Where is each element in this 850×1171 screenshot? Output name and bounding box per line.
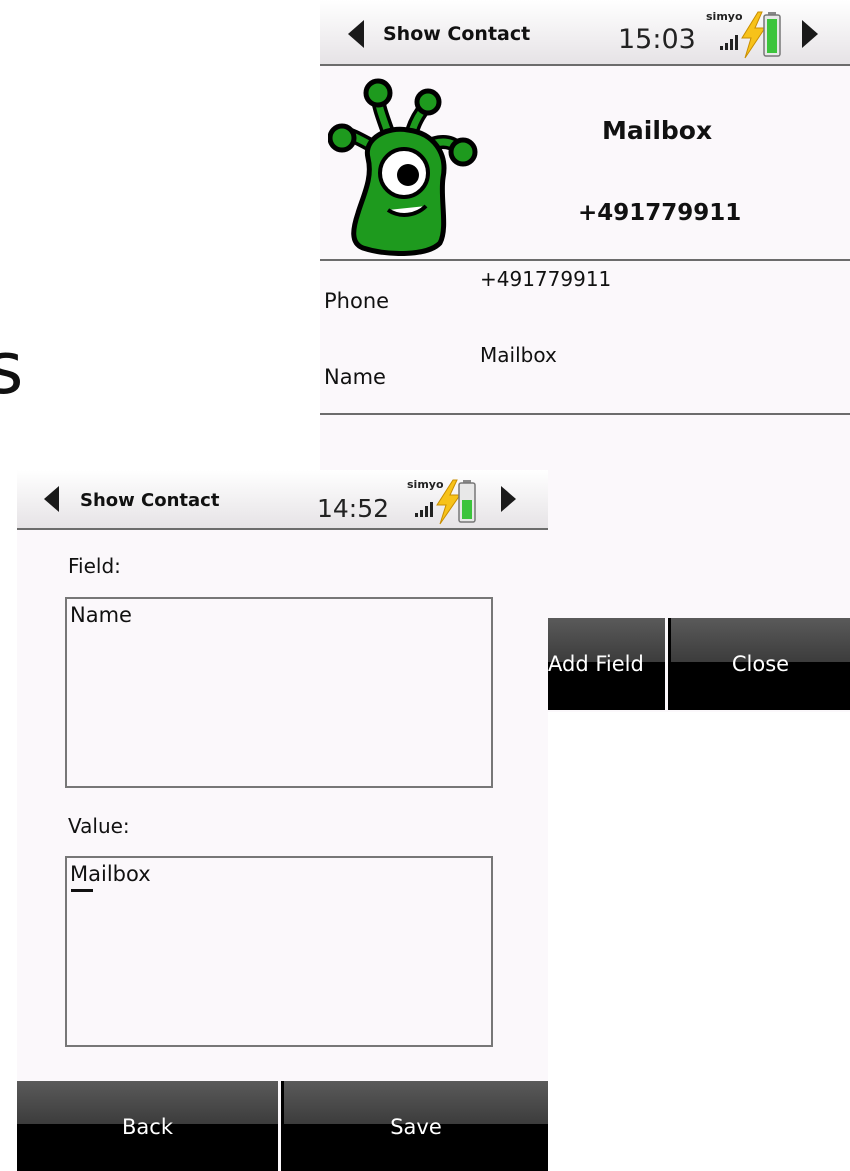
back-arrow-icon[interactable] [348, 20, 364, 48]
forward-arrow-icon[interactable] [501, 486, 516, 512]
value-input-value: Mailbox [70, 862, 151, 886]
clock: 15:03 [618, 24, 696, 55]
clock: 14:52 [317, 494, 390, 523]
add-field-label: Add Field [548, 652, 644, 676]
signal-icon [415, 502, 433, 517]
close-label: Close [731, 652, 790, 676]
button-bar: Back Save [17, 1081, 548, 1171]
contact-name: Mailbox [602, 116, 713, 145]
field-label: Field: [68, 554, 121, 578]
status-icons [720, 11, 781, 59]
save-label: Save [390, 1115, 442, 1139]
charging-bolt-icon [741, 11, 766, 59]
row-label: Phone [324, 289, 390, 313]
contact-header: Mailbox +491779911 [320, 66, 850, 261]
screen-title: Show Contact [80, 490, 220, 511]
detail-row-name[interactable]: Mailbox Name [320, 337, 850, 415]
top-bar: Show Contact 15:03 simyo [320, 0, 850, 66]
status-icons [415, 479, 476, 525]
contact-avatar-alien-icon [328, 78, 478, 256]
detail-row-phone[interactable]: +491779911 Phone [320, 261, 850, 339]
text-cursor [71, 889, 93, 892]
back-button[interactable]: Back [17, 1081, 281, 1171]
battery-icon [458, 480, 476, 523]
save-button[interactable]: Save [284, 1081, 548, 1171]
charging-bolt-icon [436, 479, 461, 525]
row-label: Name [324, 365, 386, 389]
field-input-value: Name [70, 603, 132, 627]
field-input[interactable]: Name [65, 597, 493, 788]
signal-icon [720, 35, 738, 50]
background-glyph: s [0, 326, 24, 410]
top-bar: Show Contact 14:52 simyo [17, 470, 548, 530]
screen-title: Show Contact [383, 23, 531, 45]
value-label: Value: [68, 814, 130, 838]
back-label: Back [122, 1115, 173, 1139]
close-button[interactable]: Close [671, 618, 850, 710]
forward-arrow-icon[interactable] [802, 20, 818, 48]
edit-field-screen: Show Contact 14:52 simyo Field: Name Val… [17, 470, 548, 1171]
back-arrow-icon[interactable] [44, 486, 59, 512]
row-value: Mailbox [480, 343, 557, 367]
value-input[interactable]: Mailbox [65, 856, 493, 1047]
battery-icon [763, 12, 781, 57]
row-value: +491779911 [480, 267, 612, 291]
contact-number: +491779911 [578, 200, 742, 226]
